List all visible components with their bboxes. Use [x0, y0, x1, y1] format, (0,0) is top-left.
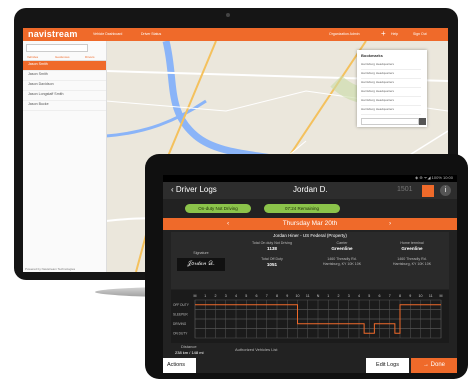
current-date: Thursday Mar 20th	[282, 220, 338, 227]
hour-tick-label: M	[194, 294, 197, 298]
desktop-sidebar: Vehicles Geofences Drivers Jason Smith J…	[23, 41, 107, 272]
info-icon[interactable]: i	[440, 185, 451, 196]
hour-tick-label: 2	[215, 294, 217, 298]
bookmark-add-button[interactable]	[419, 118, 426, 125]
nav-driver-status[interactable]: Driver Status	[141, 32, 161, 36]
nav-vehicle-dashboard[interactable]: Vehicle Dashboard	[93, 32, 122, 36]
hour-tick-label: 11	[306, 294, 310, 298]
distance-value: 238 km / 148 mi	[175, 350, 204, 355]
next-day-arrow-icon[interactable]: ›	[389, 220, 391, 227]
hos-graph: M 1 2 3 4 5 6 7 8 9 10 11 N 1 2 3 4 5 6 7 8 9 10 11 M OFF DUTY SLE…	[173, 294, 443, 339]
bookmark-item[interactable]: Harrisburg Headquarters	[361, 80, 421, 88]
hour-tick-label: 1	[327, 294, 329, 298]
carrier-label: Carrier	[336, 241, 348, 245]
duty-row-label: SLEEPER	[173, 313, 188, 317]
hour-tick-label: 5	[245, 294, 247, 298]
signature-box[interactable]: 𝒥𝑜𝓇𝒹𝒶𝓃 𝒟.	[177, 258, 225, 271]
brand-logo[interactable]: navistream	[28, 29, 78, 39]
total-on-duty-value: 1138	[267, 246, 277, 251]
nav-sign-out[interactable]: Sign Out	[413, 32, 427, 36]
hour-tick-label: 4	[358, 294, 360, 298]
driver-list-item[interactable]: Jason Smith	[23, 71, 106, 81]
bookmark-item[interactable]: Harrisburg Headquarters	[361, 107, 421, 115]
home-terminal-value: Greenline	[401, 246, 423, 251]
app-title[interactable]: ‹ Driver Logs	[171, 185, 217, 194]
hour-tick-label: 3	[225, 294, 227, 298]
duty-row-label: ON DUTY	[173, 332, 188, 336]
total-off-duty-label: Total Off Duty	[261, 257, 283, 261]
signature-label: Signature	[193, 251, 209, 255]
tab-drivers[interactable]: Drivers	[85, 55, 95, 59]
bookmarks-panel: Bookmarks Harrisburg Headquarters Harris…	[357, 50, 427, 127]
driver-list-item[interactable]: Jason Smith	[23, 61, 106, 71]
remaining-time-pill: 07:24 Remaining	[264, 204, 340, 213]
tab-geofences[interactable]: Geofences	[55, 55, 70, 59]
log-number: 1501	[397, 186, 413, 193]
bookmark-item[interactable]: Harrisburg Headquarters	[361, 62, 421, 70]
actions-button[interactable]: Actions	[163, 358, 196, 373]
nav-organization-admin[interactable]: Organization Admin	[329, 32, 360, 36]
app-bar: ‹ Driver Logs Jordan D. 1501 i	[163, 182, 457, 199]
distance-label: Distance	[181, 344, 197, 349]
edit-logs-button[interactable]: Edit Logs	[366, 358, 409, 373]
hour-tick-label: 6	[379, 294, 381, 298]
carrier-address-line2: Harrisburg, KY 10K 10K	[322, 262, 362, 266]
carrier-value: Greenline	[331, 246, 353, 251]
hour-tick-label: 7	[389, 294, 391, 298]
sidebar-tabs: Vehicles Geofences Drivers	[23, 54, 106, 61]
hour-tick-label: 8	[399, 294, 401, 298]
driver-list-item[interactable]: Jason Longstaff Smith	[23, 91, 106, 101]
bookmark-item[interactable]: Harrisburg Headquarters	[361, 98, 421, 106]
duty-row-label: OFF DUTY	[173, 303, 190, 307]
hour-tick-label: 8	[276, 294, 278, 298]
total-off-duty-value: 1051	[266, 262, 278, 267]
hour-tick-label: 10	[419, 294, 423, 298]
tab-vehicles[interactable]: Vehicles	[27, 55, 38, 59]
total-on-duty-label: Total On duty Not Driving	[252, 241, 292, 245]
hour-tick-label: M	[440, 294, 443, 298]
bookmark-item[interactable]: Harrisburg Headquarters	[361, 71, 421, 79]
hour-tick-label: 10	[296, 294, 300, 298]
done-button[interactable]: → Done	[411, 358, 457, 373]
document-icon[interactable]	[422, 185, 434, 197]
add-icon[interactable]: +	[381, 29, 386, 38]
bookmarks-title: Bookmarks	[361, 53, 383, 58]
hours-of-service-grid[interactable]: M 1 2 3 4 5 6 7 8 9 10 11 N 1 2 3 4 5 6 7 8 9 10 11 M OFF DUTY SLE…	[171, 290, 449, 343]
terminal-address-line1: 1460 Threadly Rd.	[397, 257, 427, 261]
hour-tick-label: 11	[429, 294, 433, 298]
hour-tick-label: 4	[235, 294, 237, 298]
sidebar-search-input[interactable]	[26, 44, 88, 52]
hour-tick-label: 5	[368, 294, 370, 298]
sidebar-footer: Powered by Navistream Technologies	[25, 267, 76, 271]
hour-tick-label: 7	[266, 294, 268, 298]
driver-list-item[interactable]: Jason Davidson	[23, 81, 106, 91]
status-indicators: ◈ ⊕ ᯤ◢ 100% 10:00	[415, 175, 453, 180]
nav-help[interactable]: Help	[391, 32, 398, 36]
tablet-screen: ◈ ⊕ ᯤ◢ 100% 10:00 ‹ Driver Logs Jordan D…	[163, 175, 457, 373]
arrow-right-icon: →	[422, 362, 429, 368]
duty-status-pill[interactable]: On-duty Not Driving	[185, 204, 251, 213]
hour-tick-label: N	[317, 294, 320, 298]
driver-list-item[interactable]: Jason Bucke	[23, 101, 106, 111]
vehicles-label: Authorized Vehicles List	[235, 347, 278, 352]
hour-tick-label: 1	[204, 294, 206, 298]
bookmark-search-input[interactable]	[361, 118, 419, 125]
hour-tick-label: 9	[286, 294, 288, 298]
duty-row-label: DRIVING	[173, 322, 187, 326]
bookmark-item[interactable]: Harrisburg Headquarters	[361, 89, 421, 97]
hour-tick-label: 6	[256, 294, 258, 298]
hour-tick-label: 2	[338, 294, 340, 298]
status-bar: ◈ ⊕ ᯤ◢ 100% 10:00	[163, 175, 457, 182]
log-summary: Jordan Hiner - US Federal (Property) Sig…	[171, 232, 449, 289]
terminal-address-line2: Harrisburg, KY 10K 10K	[392, 262, 432, 266]
camera-dot	[226, 13, 230, 17]
desktop-topbar: navistream Vehicle Dashboard Driver Stat…	[23, 28, 448, 41]
driver-name: Jordan D.	[293, 185, 328, 194]
date-navigator: ‹ Thursday Mar 20th ›	[163, 218, 457, 230]
hour-tick-label: 3	[348, 294, 350, 298]
home-terminal-label: Home terminal	[400, 241, 424, 245]
summary-heading: Jordan Hiner - US Federal (Property)	[273, 233, 347, 238]
carrier-address-line1: 1460 Threadly Rd.	[327, 257, 357, 261]
hour-tick-label: 9	[409, 294, 411, 298]
